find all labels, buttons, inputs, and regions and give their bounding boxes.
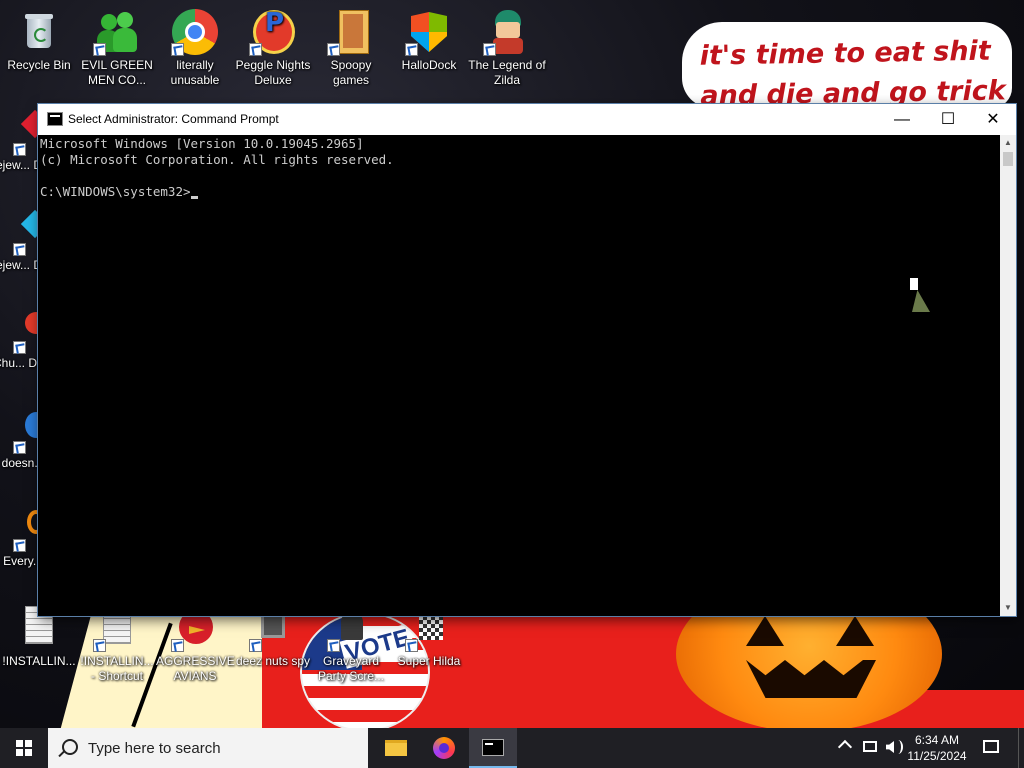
desktop-icon-evil-green-men[interactable]: EVIL GREEN MEN CO... [78,4,156,88]
shortcut-arrow-icon [483,43,496,56]
shortcut-arrow-icon [327,43,340,56]
folder-icon [385,740,407,756]
notification-icon[interactable] [983,740,999,753]
recycle-bin-icon [15,8,63,56]
pumpkin-eye-right [836,616,874,646]
search-placeholder: Type here to search [88,740,221,757]
console-line: (c) Microsoft Corporation. All rights re… [40,152,394,167]
clock-time: 6:34 AM [914,733,960,747]
chevron-up-icon[interactable] [837,739,853,755]
desktop-icon-label: !INSTALLIN... [2,654,76,668]
command-prompt-window[interactable]: Select Administrator: Command Prompt — ☐… [38,104,1016,616]
taskbar: Type here to search 6:34 AM 11/25/2024 [0,728,1024,768]
shortcut-arrow-icon [405,43,418,56]
desktop-icon-label: Peggle Nights Deluxe [235,58,311,87]
pumpkin-mouth [746,660,876,698]
shortcut-arrow-icon [171,639,184,652]
shortcut-arrow-icon [13,243,26,256]
pumpkin-eye-left [746,616,784,646]
folder-icon [327,8,375,56]
taskbar-search-box[interactable]: Type here to search [48,728,368,768]
desktop-icon-label: Recycle Bin [7,58,71,72]
shortcut-arrow-icon [93,639,106,652]
shortcut-arrow-icon [327,639,340,652]
desktop-icon-recycle-bin[interactable]: Recycle Bin [0,4,78,73]
windows-logo-icon [405,8,453,56]
clock-date: 11/25/2024 [907,749,967,763]
console-line: Microsoft Windows [Version 10.0.19045.29… [40,136,364,151]
desktop-icon-hallodock[interactable]: HalloDock [390,4,468,73]
desktop-icon-label: EVIL GREEN MEN CO... [81,58,153,87]
shortcut-arrow-icon [249,639,262,652]
taskbar-firefox[interactable] [420,728,468,768]
cmd-icon [47,112,63,126]
desktop-icon-legend-of-zilda[interactable]: The Legend of Zilda [468,4,546,88]
taskbar-clock[interactable]: 6:34 AM 11/25/2024 [906,732,968,764]
start-button[interactable] [0,728,48,768]
console-output[interactable]: Microsoft Windows [Version 10.0.19045.29… [38,135,1000,616]
maximize-button[interactable]: ☐ [925,104,971,135]
show-desktop-button[interactable] [1018,728,1024,768]
taskbar-file-explorer[interactable] [372,728,420,768]
volume-wave [893,740,903,754]
scroll-up-arrow-icon[interactable]: ▲ [1000,135,1016,151]
network-icon[interactable] [863,741,877,752]
shortcut-arrow-icon [171,43,184,56]
search-icon [62,739,78,755]
taskbar-command-prompt[interactable] [469,728,517,768]
shortcut-arrow-icon [93,43,106,56]
scroll-thumb[interactable] [1003,152,1013,166]
console-prompt-line: C:\WINDOWS\system32> [40,184,1000,200]
green-men-icon [93,8,141,56]
shortcut-arrow-icon [13,143,26,156]
chrome-icon [171,8,219,56]
vertical-scrollbar[interactable]: ▲ ▼ [1000,135,1016,616]
desktop-icon-label: The Legend of Zilda [468,58,546,87]
scroll-down-arrow-icon[interactable]: ▼ [1000,600,1016,616]
desktop-icon-label: literally unusable [170,58,220,87]
desktop-icon-label: !INSTALLIN... - Shortcut [80,654,154,683]
windows-logo-icon [16,740,32,756]
desktop-icon-peggle-nights[interactable]: P Peggle Nights Deluxe [234,4,312,88]
shortcut-arrow-icon [13,539,26,552]
shortcut-arrow-icon [249,43,262,56]
peggle-icon: P [249,8,297,56]
desktop-icon-label: Super Hilda [397,654,461,668]
desktop-icon-label: AGGRESSIVE AVIANS [156,654,235,683]
console-prompt: C:\WINDOWS\system32> [40,184,191,199]
shortcut-arrow-icon [405,639,418,652]
desktop-icon-label: Graveyard Party Scre... [317,654,385,683]
zilda-character-icon [483,8,531,56]
shortcut-arrow-icon [13,341,26,354]
desktop-icon-label: HalloDock [401,58,457,72]
desktop-icon-literally-unusable[interactable]: literally unusable [156,4,234,88]
text-cursor [190,196,198,199]
window-title: Select Administrator: Command Prompt [68,112,279,126]
shortcut-arrow-icon [13,441,26,454]
desktop-icon-spoopy-games[interactable]: Spoopy games [312,4,390,88]
desktop-icon-label: deez nuts spy [235,654,311,668]
window-title-bar[interactable]: Select Administrator: Command Prompt — ☐… [38,104,1016,135]
animated-cursor-sprite [910,278,932,318]
desktop-icon-label: Spoopy games [330,58,372,87]
console-line: ​ [40,168,1000,184]
cmd-icon [482,739,504,756]
minimize-button[interactable]: — [879,104,925,135]
close-button[interactable]: ✕ [970,104,1016,135]
